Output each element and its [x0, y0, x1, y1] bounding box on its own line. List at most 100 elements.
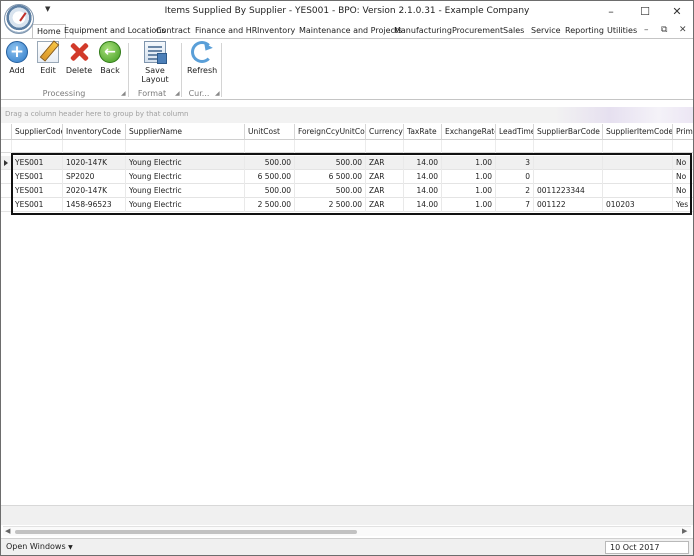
column-header-primary[interactable]: Prima: [673, 124, 693, 140]
ribbon-close-icon[interactable]: ✕: [679, 25, 687, 35]
cell-primary[interactable]: No: [673, 170, 693, 184]
tab-equipment-and-locations[interactable]: Equipment and Locations: [64, 24, 166, 39]
cell-supplierbarcode[interactable]: [534, 170, 603, 184]
current-date-field[interactable]: 10 Oct 2017: [605, 541, 689, 554]
group-by-panel[interactable]: Drag a column header here to group by th…: [1, 107, 693, 123]
tab-manufacturing[interactable]: Manufacturing: [394, 24, 452, 39]
column-header-exchangerate[interactable]: ExchangeRate: [442, 124, 496, 140]
cell-unitcost[interactable]: 2 500.00: [245, 198, 295, 212]
scroll-left-icon[interactable]: ◀: [5, 527, 10, 536]
column-header-foreignccyunitcost[interactable]: ForeignCcyUnitCost: [295, 124, 366, 140]
column-header-suppliername[interactable]: SupplierName: [126, 124, 245, 140]
table-row[interactable]: YES001 SP2020 Young Electric 6 500.00 6 …: [1, 170, 693, 184]
cell-supplierbarcode[interactable]: [534, 156, 603, 170]
tab-finance-and-hr[interactable]: Finance and HR: [195, 24, 257, 39]
cell-leadtime[interactable]: 2: [496, 184, 534, 198]
cell-foreignccyunitcost[interactable]: 500.00: [295, 184, 366, 198]
cell-unitcost[interactable]: 500.00: [245, 156, 295, 170]
cell-leadtime[interactable]: 0: [496, 170, 534, 184]
processing-launcher-icon[interactable]: ◢: [121, 90, 126, 97]
cell-inventorycode[interactable]: 1020-147K: [63, 156, 126, 170]
delete-button[interactable]: Delete: [65, 41, 93, 75]
column-header-taxrate[interactable]: TaxRate: [404, 124, 442, 140]
tab-service[interactable]: Service: [531, 24, 561, 39]
cell-taxrate[interactable]: 14.00: [404, 170, 442, 184]
cell-suppliercode[interactable]: YES001: [12, 184, 63, 198]
scroll-right-icon[interactable]: ▶: [682, 527, 687, 536]
cell-inventorycode[interactable]: SP2020: [63, 170, 126, 184]
back-button[interactable]: Back: [98, 41, 122, 75]
cell-foreignccyunitcost[interactable]: 6 500.00: [295, 170, 366, 184]
column-header-inventorycode[interactable]: InventoryCode: [63, 124, 126, 140]
tab-maintenance-and-projects[interactable]: Maintenance and Projects: [299, 24, 402, 39]
table-row[interactable]: YES001 2020-147K Young Electric 500.00 5…: [1, 184, 693, 198]
cell-suppliercode[interactable]: YES001: [12, 170, 63, 184]
column-header-unitcost[interactable]: UnitCost: [245, 124, 295, 140]
tab-procurement[interactable]: Procurement: [452, 24, 503, 39]
column-header-leadtime[interactable]: LeadTime: [496, 124, 534, 140]
close-button[interactable]: ✕: [663, 4, 691, 20]
cell-currency[interactable]: ZAR: [366, 156, 404, 170]
tab-sales[interactable]: Sales: [503, 24, 524, 39]
ribbon-minimize-icon[interactable]: –: [644, 25, 649, 35]
scrollbar-thumb[interactable]: [15, 530, 357, 534]
cell-foreignccyunitcost[interactable]: 2 500.00: [295, 198, 366, 212]
add-button[interactable]: Add: [5, 41, 29, 75]
cell-foreignccyunitcost[interactable]: 500.00: [295, 156, 366, 170]
table-row[interactable]: YES001 1458-96523 Young Electric 2 500.0…: [1, 198, 693, 212]
refresh-button[interactable]: Refresh: [187, 41, 217, 75]
cell-supplieritemcode[interactable]: 010203: [603, 198, 673, 212]
cell-unitcost[interactable]: 500.00: [245, 184, 295, 198]
cell-suppliercode[interactable]: YES001: [12, 156, 63, 170]
cell-supplieritemcode[interactable]: [603, 156, 673, 170]
minimize-button[interactable]: –: [597, 4, 625, 20]
column-header-supplierbarcode[interactable]: SupplierBarCode: [534, 124, 603, 140]
cell-currency[interactable]: ZAR: [366, 184, 404, 198]
column-header-suppliercode[interactable]: SupplierCode: [12, 124, 63, 140]
cell-primary[interactable]: No: [673, 156, 693, 170]
cell-exchangerate[interactable]: 1.00: [442, 170, 496, 184]
column-header-supplieritemcode[interactable]: SupplierItemCode: [603, 124, 673, 140]
cell-exchangerate[interactable]: 1.00: [442, 184, 496, 198]
open-windows-menu[interactable]: Open Windows ▼: [6, 542, 73, 551]
cell-leadtime[interactable]: 7: [496, 198, 534, 212]
cell-leadtime[interactable]: 3: [496, 156, 534, 170]
ribbon-restore-icon[interactable]: ⧉: [661, 25, 667, 35]
table-row[interactable]: YES001 1020-147K Young Electric 500.00 5…: [1, 156, 693, 170]
tab-utilities[interactable]: Utilities: [607, 24, 637, 39]
cell-taxrate[interactable]: 14.00: [404, 184, 442, 198]
format-launcher-icon[interactable]: ◢: [175, 90, 180, 97]
tab-home[interactable]: Home: [32, 24, 66, 39]
tab-inventory[interactable]: Inventory: [257, 24, 295, 39]
cell-suppliername[interactable]: Young Electric: [126, 156, 245, 170]
edit-button[interactable]: Edit: [35, 41, 61, 75]
save-layout-button[interactable]: Save Layout: [132, 41, 178, 84]
cell-inventorycode[interactable]: 2020-147K: [63, 184, 126, 198]
auto-filter-row[interactable]: [1, 140, 693, 153]
tab-contract[interactable]: Contract: [156, 24, 190, 39]
cell-taxrate[interactable]: 14.00: [404, 198, 442, 212]
cell-exchangerate[interactable]: 1.00: [442, 156, 496, 170]
cell-inventorycode[interactable]: 1458-96523: [63, 198, 126, 212]
cur-launcher-icon[interactable]: ◢: [215, 90, 220, 97]
cell-primary[interactable]: No: [673, 184, 693, 198]
cell-supplieritemcode[interactable]: [603, 184, 673, 198]
column-header-currency[interactable]: Currency: [366, 124, 404, 140]
cell-exchangerate[interactable]: 1.00: [442, 198, 496, 212]
cell-unitcost[interactable]: 6 500.00: [245, 170, 295, 184]
maximize-button[interactable]: ☐: [631, 4, 659, 20]
cell-suppliername[interactable]: Young Electric: [126, 184, 245, 198]
cell-supplierbarcode[interactable]: 0011223344: [534, 184, 603, 198]
cell-supplierbarcode[interactable]: 001122: [534, 198, 603, 212]
cell-currency[interactable]: ZAR: [366, 198, 404, 212]
app-logo-icon[interactable]: [4, 4, 34, 34]
tab-reporting[interactable]: Reporting: [565, 24, 604, 39]
cell-suppliername[interactable]: Young Electric: [126, 170, 245, 184]
cell-taxrate[interactable]: 14.00: [404, 156, 442, 170]
horizontal-scrollbar[interactable]: ◀ ▶: [3, 526, 691, 536]
cell-primary[interactable]: Yes: [673, 198, 693, 212]
cell-supplieritemcode[interactable]: [603, 170, 673, 184]
cell-suppliername[interactable]: Young Electric: [126, 198, 245, 212]
cell-suppliercode[interactable]: YES001: [12, 198, 63, 212]
cell-currency[interactable]: ZAR: [366, 170, 404, 184]
